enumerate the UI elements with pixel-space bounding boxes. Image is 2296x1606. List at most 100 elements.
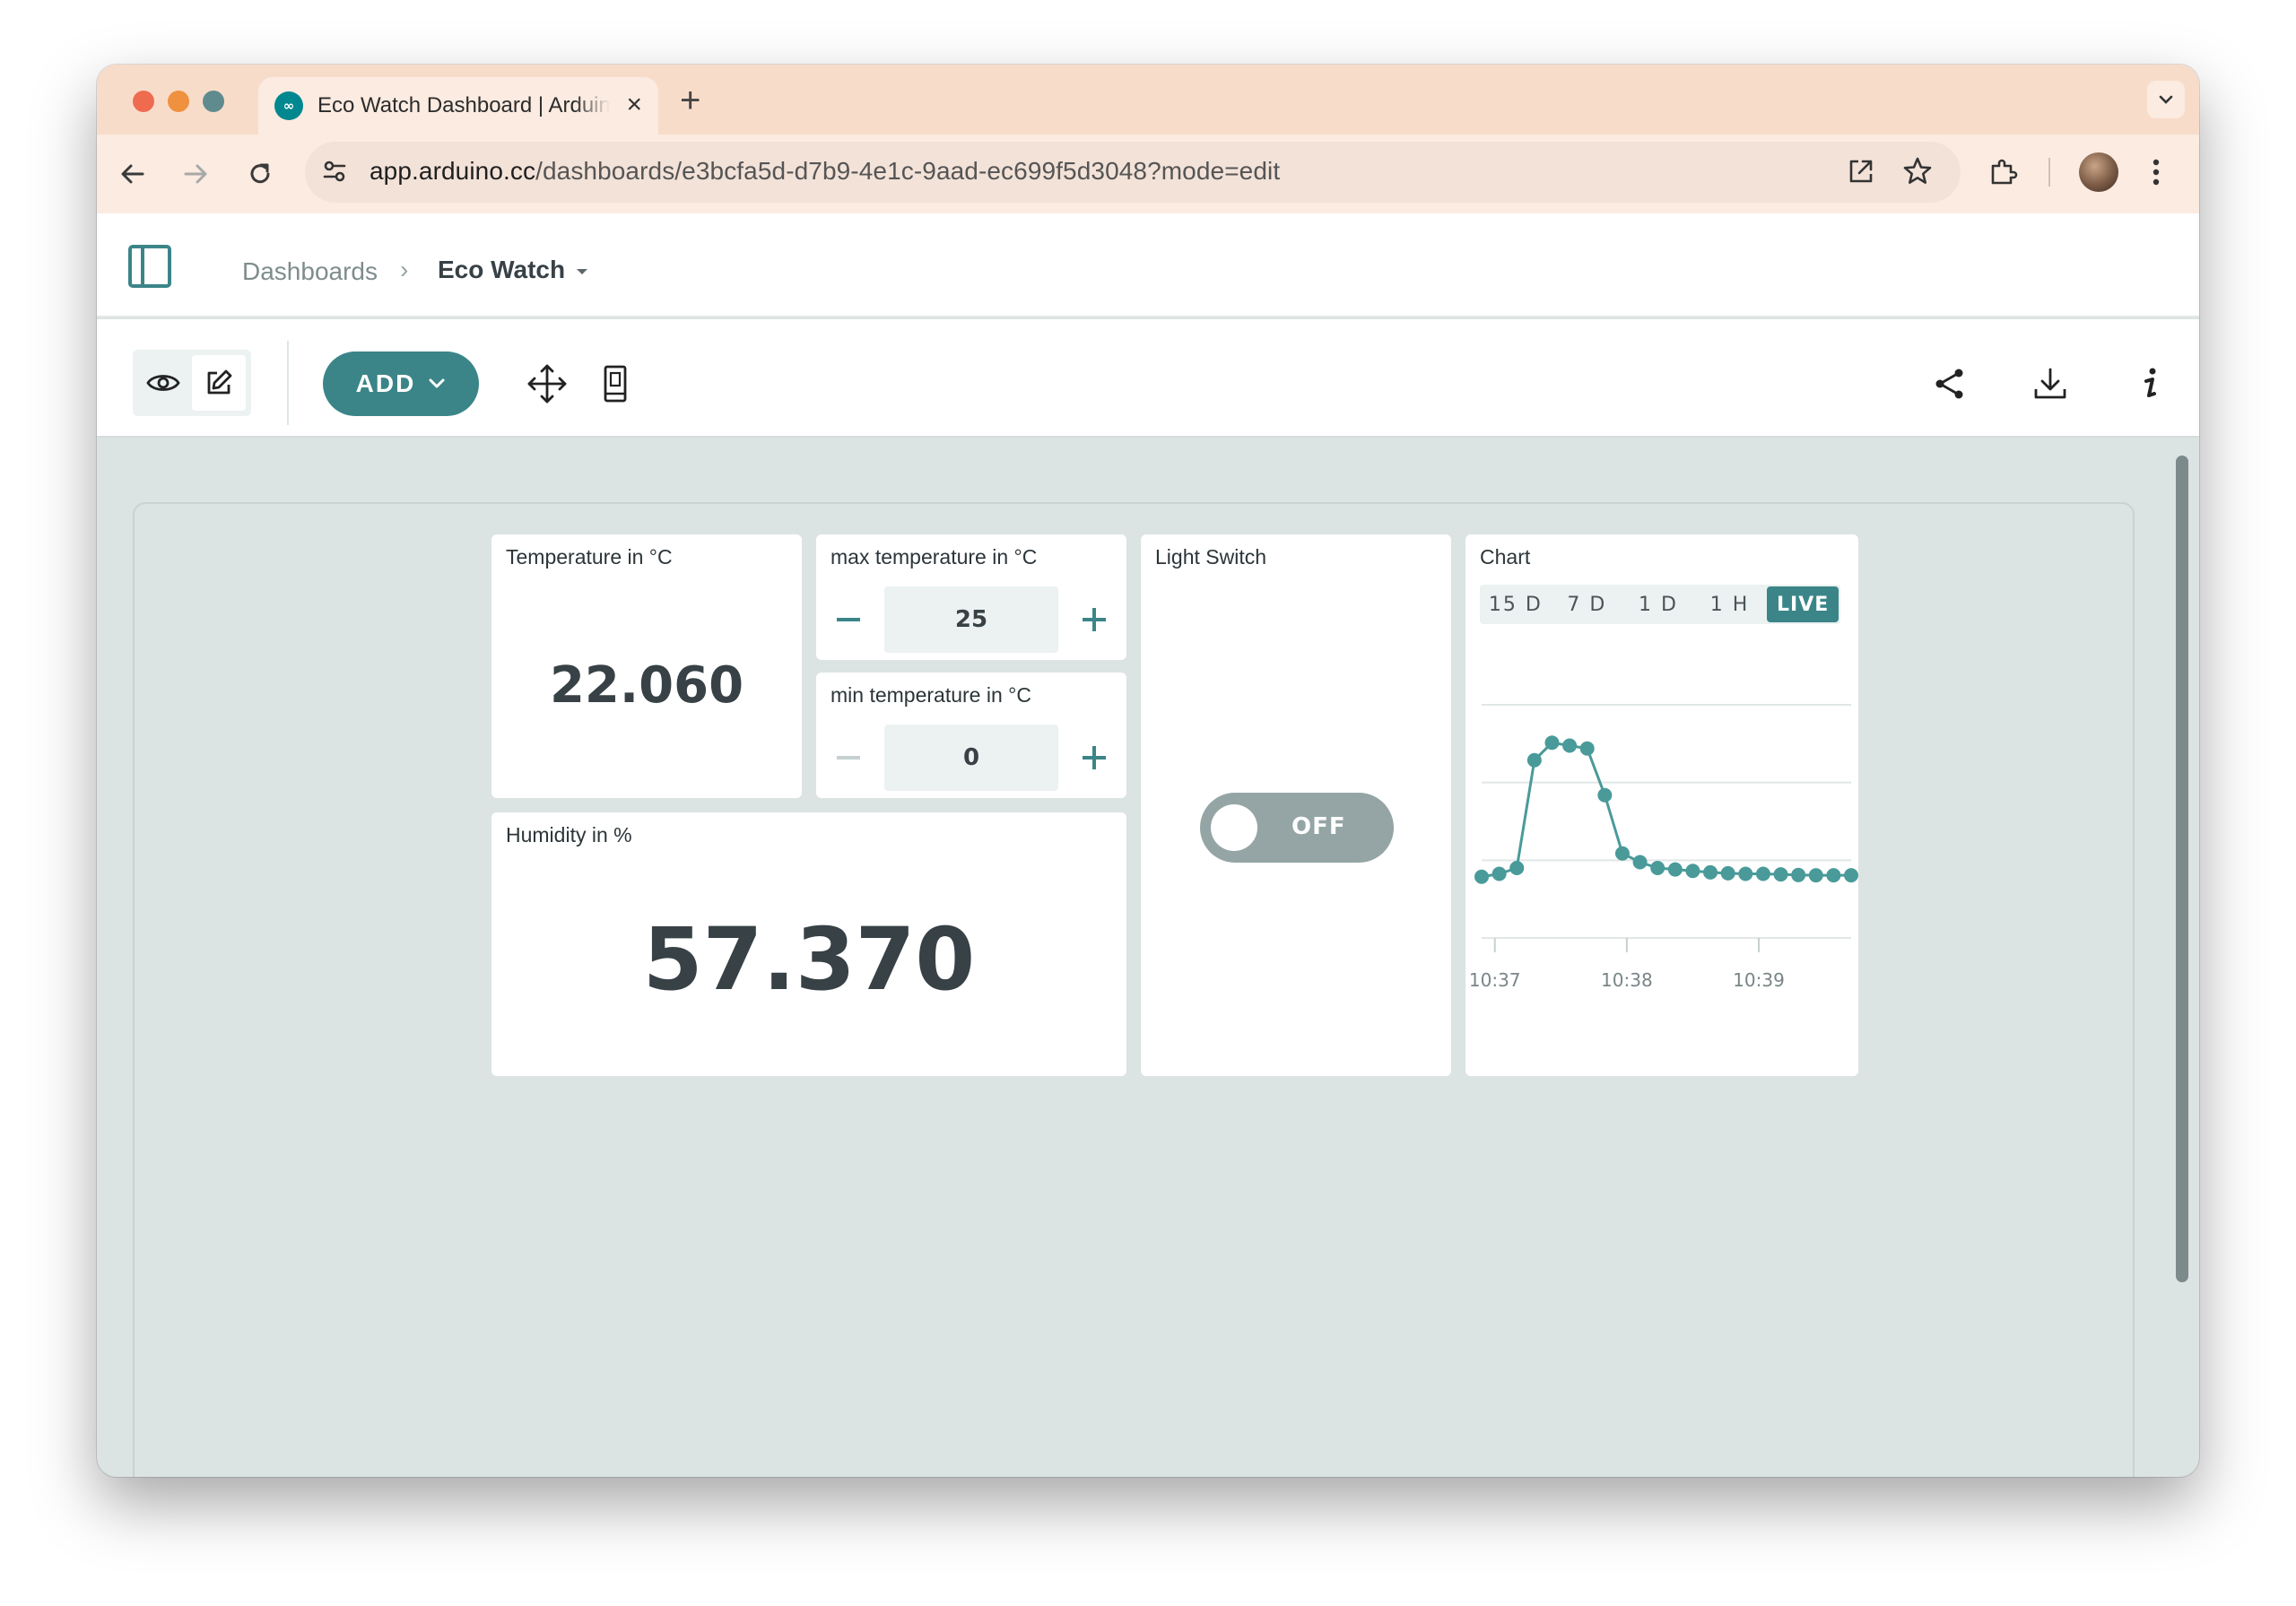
chart-data-point	[1474, 869, 1489, 884]
maximize-window-button[interactable]	[203, 91, 224, 112]
add-button-label: ADD	[355, 369, 416, 397]
widget-title: max temperature in °C	[831, 545, 1038, 569]
minus-icon	[837, 618, 860, 621]
chevron-down-icon	[2159, 95, 2173, 104]
chart-data-point	[1844, 868, 1858, 883]
download-button[interactable]	[2029, 362, 2072, 405]
reload-icon	[250, 163, 270, 184]
pencil-edit-icon	[207, 369, 232, 395]
mode-switch	[133, 350, 251, 416]
chart-data-point	[1667, 862, 1683, 877]
dashboard-toolbar: ADD	[97, 319, 2199, 438]
site-settings-icon[interactable]	[321, 158, 348, 189]
chart-data-point	[1632, 855, 1648, 870]
new-tab-button[interactable]: +	[680, 81, 700, 120]
widget-title: Light Switch	[1155, 545, 1267, 569]
chart-data-point	[1492, 866, 1507, 881]
mobile-phone-icon	[604, 365, 627, 403]
share-button[interactable]	[1928, 362, 1971, 405]
view-mode-button[interactable]	[136, 355, 190, 411]
close-window-button[interactable]	[133, 91, 154, 112]
browser-window: ∞ Eco Watch Dashboard | Arduino Cloud × …	[97, 65, 2199, 1477]
chart-x-tick-label: 10:39	[1733, 969, 1785, 991]
toolbar-divider	[2048, 158, 2050, 187]
temperature-value-widget[interactable]: Temperature in °C 22.060	[491, 534, 802, 798]
humidity-value-widget[interactable]: Humidity in % 57.370	[491, 812, 1126, 1076]
widget-title: Humidity in %	[506, 823, 632, 846]
info-icon	[2144, 368, 2156, 397]
tab-title: Eco Watch Dashboard | Arduino Cloud	[317, 93, 610, 117]
plus-icon	[1083, 608, 1106, 631]
stepper-value: 0	[884, 725, 1058, 791]
browser-tab[interactable]: ∞ Eco Watch Dashboard | Arduino Cloud ×	[258, 77, 658, 135]
decrement-button[interactable]	[831, 740, 866, 776]
range-15d-button[interactable]: 15 D	[1480, 585, 1552, 624]
back-button[interactable]	[113, 154, 152, 194]
chart-data-point	[1544, 735, 1560, 751]
chart-data-point	[1614, 846, 1630, 861]
url-text[interactable]: app.arduino.cc/dashboards/e3bcfa5d-d7b9-…	[370, 157, 1280, 186]
decrement-button[interactable]	[831, 602, 866, 638]
chart-data-point	[1808, 868, 1823, 883]
range-7d-button[interactable]: 7 D	[1552, 585, 1623, 624]
add-widget-button[interactable]: ADD	[323, 352, 479, 416]
minus-icon	[837, 756, 860, 760]
chart-data-point	[1509, 861, 1525, 875]
chart-x-tick-label: 10:37	[1469, 969, 1521, 991]
chart-x-tick-label: 10:38	[1601, 969, 1653, 991]
tab-close-icon[interactable]: ×	[626, 90, 642, 120]
minimize-window-button[interactable]	[168, 91, 189, 112]
share-icon	[1935, 369, 1963, 399]
widget-title: min temperature in °C	[831, 683, 1031, 707]
breadcrumb-dashboards[interactable]: Dashboards	[242, 257, 378, 286]
arrange-widgets-button[interactable]	[526, 362, 569, 405]
chart-data-point	[1562, 738, 1578, 753]
toggle-state-label: OFF	[1292, 813, 1346, 840]
range-1h-button[interactable]: 1 H	[1694, 585, 1766, 624]
max-temperature-stepper-widget[interactable]: max temperature in °C 25	[816, 534, 1126, 660]
chart-data-point	[1791, 867, 1806, 882]
chart-data-point	[1579, 741, 1595, 756]
move-arrows-icon	[527, 364, 567, 404]
sidebar-toggle-icon[interactable]	[127, 244, 172, 293]
chevron-down-icon	[429, 378, 445, 388]
download-icon	[2034, 368, 2066, 399]
range-live-button[interactable]: LIVE	[1767, 586, 1839, 622]
increment-button[interactable]	[1076, 740, 1112, 776]
profile-avatar[interactable]	[2079, 152, 2118, 192]
forward-button[interactable]	[176, 154, 215, 194]
arrow-left-icon	[121, 164, 144, 184]
chart-data-point	[1685, 864, 1700, 879]
tab-strip: ∞ Eco Watch Dashboard | Arduino Cloud × …	[97, 65, 2199, 135]
chart-data-point	[1703, 864, 1718, 880]
light-switch-toggle[interactable]: OFF	[1200, 793, 1394, 863]
chart-data-point	[1773, 867, 1788, 882]
open-in-app-icon[interactable]	[1846, 156, 1876, 191]
app-header	[97, 213, 2199, 317]
light-switch-widget[interactable]: Light Switch OFF	[1141, 534, 1451, 1076]
chart-widget[interactable]: Chart 15 D 7 D 1 D 1 H LIVE 10:37 10:38 10…	[1465, 534, 1858, 1076]
temperature-value: 22.060	[549, 656, 744, 715]
increment-button[interactable]	[1076, 602, 1112, 638]
dashboard-dropdown-caret-icon[interactable]	[574, 265, 590, 282]
min-temperature-stepper-widget[interactable]: min temperature in °C 0	[816, 673, 1126, 798]
plus-icon	[1083, 746, 1106, 769]
breadcrumb-separator: ›	[400, 256, 409, 283]
edit-mode-button[interactable]	[192, 355, 246, 411]
range-1d-button[interactable]: 1 D	[1622, 585, 1694, 624]
browser-menu-icon[interactable]	[2151, 156, 2161, 193]
stepper-value: 25	[884, 586, 1058, 653]
mobile-layout-button[interactable]	[594, 362, 637, 405]
info-button[interactable]	[2129, 362, 2172, 405]
extensions-puzzle-icon[interactable]	[1987, 155, 2020, 192]
tab-search-button[interactable]	[2147, 81, 2185, 118]
widget-title: Chart	[1480, 545, 1531, 569]
bookmark-star-icon[interactable]	[1901, 155, 1934, 192]
reload-button[interactable]	[240, 154, 280, 194]
arrow-right-icon	[184, 164, 207, 184]
vertical-scrollbar[interactable]	[2176, 456, 2188, 1282]
eye-icon	[146, 375, 180, 391]
chart-data-point	[1526, 752, 1542, 768]
breadcrumb-current-dashboard[interactable]: Eco Watch	[438, 256, 565, 284]
chart-data-point	[1597, 787, 1613, 803]
